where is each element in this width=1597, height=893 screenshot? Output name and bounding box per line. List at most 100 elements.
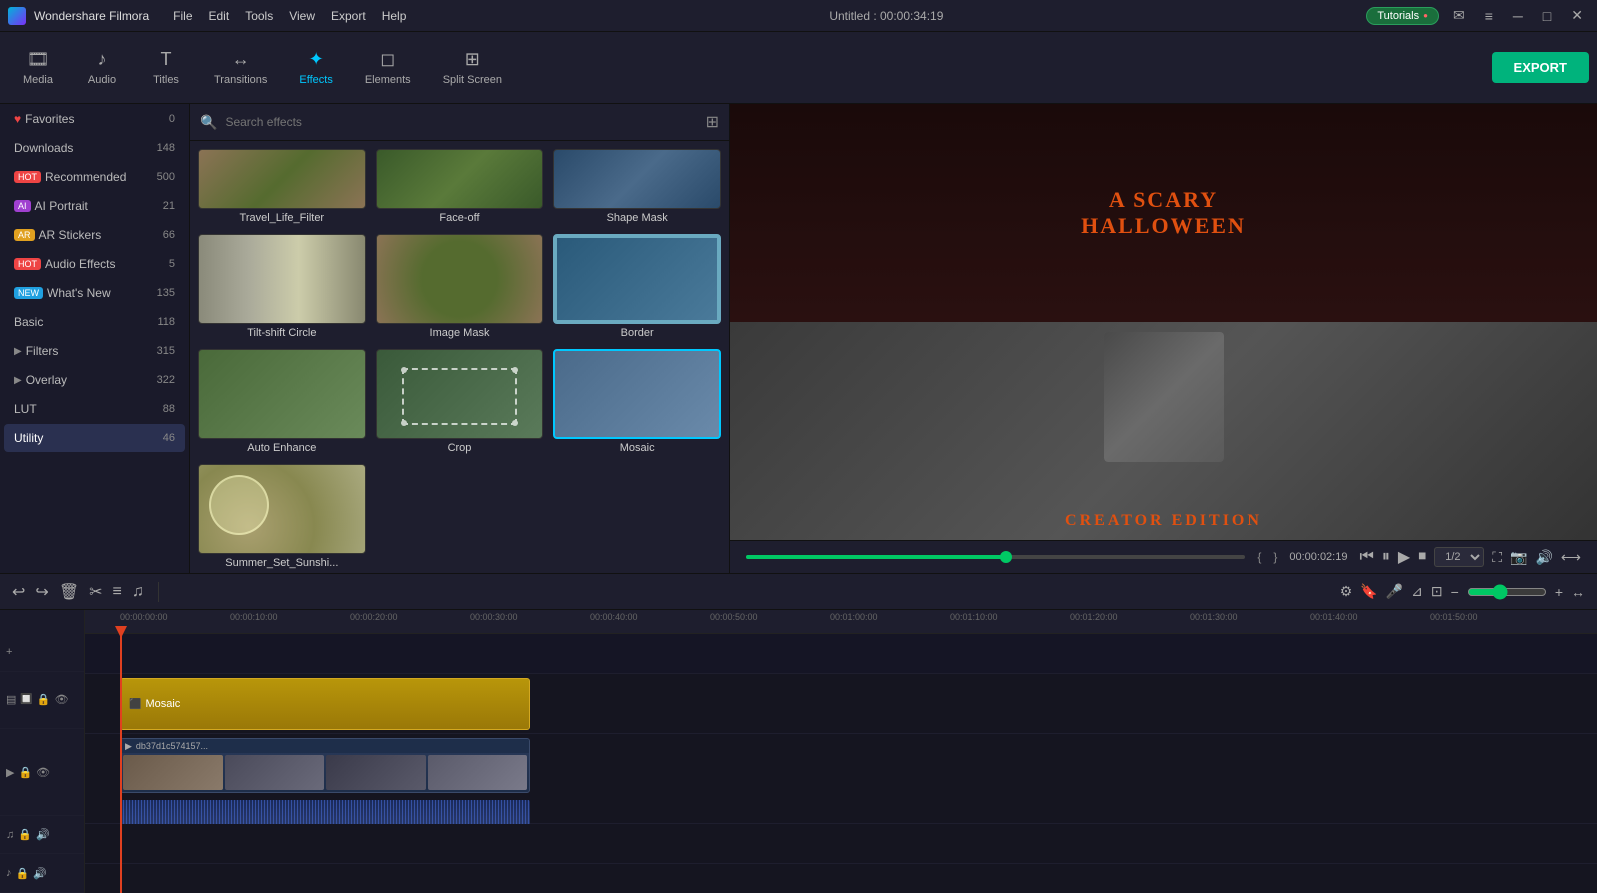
lock-icon-audio[interactable]: 🔒	[18, 828, 32, 841]
sidebar-utility-count: 46	[163, 432, 175, 444]
effect-label-shapemask: Shape Mask	[553, 212, 721, 224]
sidebar-item-favorites[interactable]: ♥ Favorites 0	[4, 105, 185, 133]
maximize-button[interactable]: □	[1537, 8, 1557, 24]
play-button[interactable]: ▶	[1398, 547, 1410, 567]
menu-edit[interactable]: Edit	[209, 9, 230, 23]
delete-button[interactable]: 🗑	[59, 582, 79, 602]
effect-card-crop[interactable]: Crop	[376, 349, 544, 454]
rewind-button[interactable]: ⏮	[1359, 548, 1373, 566]
effect-label-faceoff: Face-off	[376, 212, 544, 224]
timeline-tracks[interactable]: 00:00:00:00 00:00:10:00 00:00:20:00 00:0…	[85, 610, 1597, 893]
effect-card-shapemask[interactable]: Shape Mask	[553, 149, 721, 224]
sidebar-item-overlay[interactable]: ▶ Overlay 322	[4, 366, 185, 394]
redo-button[interactable]: ↪	[35, 582, 48, 602]
menu-export[interactable]: Export	[331, 9, 366, 23]
menu-view[interactable]: View	[289, 9, 315, 23]
audio-button[interactable]: ♫	[132, 583, 144, 601]
lock-icon-video[interactable]: 🔒	[18, 766, 32, 779]
sidebar-item-whats-new[interactable]: NEW What's New 135	[4, 279, 185, 307]
fullscreen-icon[interactable]: ⛶	[1492, 549, 1502, 566]
tool-media[interactable]: 🎞 Media	[8, 43, 68, 92]
sidebar-item-downloads[interactable]: Downloads 148	[4, 134, 185, 162]
effect-card-autoenhance[interactable]: Auto Enhance	[198, 349, 366, 454]
stop-button[interactable]: ⏹	[1418, 548, 1426, 566]
fit-icon[interactable]: ↔	[1571, 584, 1585, 600]
ratio-select[interactable]: 1/2	[1434, 547, 1484, 567]
effect-card-travel[interactable]: Travel_Life_Filter	[198, 149, 366, 224]
video-frame-4	[428, 755, 528, 790]
sidebar-audio-effects-count: 5	[169, 258, 175, 270]
sidebar-item-lut[interactable]: LUT 88	[4, 395, 185, 423]
video-clip[interactable]: ▶ db37d1c574157...	[120, 738, 530, 793]
sidebar-downloads-count: 148	[157, 142, 175, 154]
sidebar-item-basic[interactable]: Basic 118	[4, 308, 185, 336]
effect-card-border[interactable]: Border	[553, 234, 721, 339]
add-row	[85, 634, 1597, 674]
playhead[interactable]	[120, 634, 122, 893]
progress-thumb[interactable]	[1000, 551, 1012, 563]
eye-icon-video[interactable]: 👁	[36, 766, 50, 779]
mosaic-clip-label: Mosaic	[145, 698, 180, 710]
ruler-label-11: 00:01:50:00	[1430, 612, 1478, 622]
pip-icon[interactable]: ⊡	[1431, 583, 1443, 600]
effect-thumb-crop	[376, 349, 544, 439]
video-clip-label: db37d1c574157...	[136, 741, 208, 751]
effect-thumb-border	[553, 234, 721, 324]
tool-audio[interactable]: ♪ Audio	[72, 43, 132, 92]
tutorials-button[interactable]: Tutorials	[1366, 7, 1439, 25]
add-track-icon[interactable]: +	[6, 646, 12, 658]
play-pause-button[interactable]: ⏸	[1382, 548, 1390, 566]
undo-button[interactable]: ↩	[12, 582, 25, 602]
tool-split-screen[interactable]: ⊞ Split Screen	[429, 43, 516, 92]
bookmark-icon[interactable]: 🔖	[1360, 583, 1377, 600]
minimize-button[interactable]: ─	[1507, 8, 1529, 24]
lock-icon-extra[interactable]: 🔒	[16, 867, 30, 880]
volume-icon-audio[interactable]: 🔊	[36, 828, 50, 841]
sidebar-item-filters[interactable]: ▶ Filters 315	[4, 337, 185, 365]
mosaic-clip[interactable]: Mosaic	[120, 678, 530, 730]
adjust-icon[interactable]: ⊿	[1411, 583, 1423, 600]
message-icon[interactable]: ✉	[1447, 7, 1471, 24]
close-button[interactable]: ✕	[1565, 7, 1589, 24]
zoom-out-icon[interactable]: −	[1451, 584, 1459, 600]
grid-view-icon[interactable]: ⊞	[706, 112, 719, 132]
zoom-slider[interactable]	[1467, 584, 1547, 600]
sidebar-item-ai-portrait[interactable]: AI AI Portrait 21	[4, 192, 185, 220]
settings-icon[interactable]: ⚙	[1340, 583, 1353, 600]
effects-search-input[interactable]	[225, 115, 697, 129]
expand-icon[interactable]: ⟷	[1561, 549, 1581, 566]
export-button[interactable]: EXPORT	[1492, 52, 1589, 83]
progress-bar-container[interactable]	[746, 555, 1245, 559]
menu-help[interactable]: Help	[382, 9, 407, 23]
tool-effects[interactable]: ✦ Effects	[285, 43, 346, 92]
volume-icon[interactable]: 🔊	[1535, 549, 1552, 566]
effect-card-tiltshift[interactable]: Tilt-shift Circle	[198, 234, 366, 339]
add-track-row: +	[0, 633, 84, 672]
effect-label-summer: Summer_Set_Sunshi...	[198, 557, 366, 569]
tool-titles[interactable]: T Titles	[136, 43, 196, 92]
volume-icon-extra[interactable]: 🔊	[33, 867, 47, 880]
effect-card-summer[interactable]: Summer_Set_Sunshi...	[198, 464, 366, 569]
sidebar-ar-stickers-label: AR Stickers	[39, 228, 163, 242]
effect-thumb-autoenhance	[198, 349, 366, 439]
effects-panel: 🔍 ⊞ Travel_Life_Filter Face-off Shape Ma…	[190, 104, 730, 573]
lock-icon-mosaic[interactable]: 🔒	[37, 693, 51, 706]
tool-elements[interactable]: ◻ Elements	[351, 43, 425, 92]
properties-button[interactable]: ≡	[113, 583, 122, 601]
effect-card-mosaic[interactable]: Mosaic	[553, 349, 721, 454]
sidebar-item-ar-stickers[interactable]: AR AR Stickers 66	[4, 221, 185, 249]
menu-tools[interactable]: Tools	[245, 9, 273, 23]
sidebar-item-utility[interactable]: Utility 46	[4, 424, 185, 452]
screenshot-icon[interactable]: 📷	[1510, 549, 1527, 566]
sidebar-item-recommended[interactable]: HOT Recommended 500	[4, 163, 185, 191]
menu-file[interactable]: File	[173, 9, 192, 23]
mic-icon[interactable]: 🎤	[1386, 583, 1403, 600]
eye-icon-mosaic[interactable]: 👁	[55, 693, 69, 706]
hamburger-icon[interactable]: ≡	[1479, 8, 1499, 24]
tool-transitions[interactable]: ↔ Transitions	[200, 43, 281, 92]
cut-button[interactable]: ✂	[89, 582, 102, 602]
zoom-in-icon[interactable]: +	[1555, 584, 1563, 600]
effect-card-faceoff[interactable]: Face-off	[376, 149, 544, 224]
effect-card-imagemask[interactable]: Image Mask	[376, 234, 544, 339]
sidebar-item-audio-effects[interactable]: HOT Audio Effects 5	[4, 250, 185, 278]
